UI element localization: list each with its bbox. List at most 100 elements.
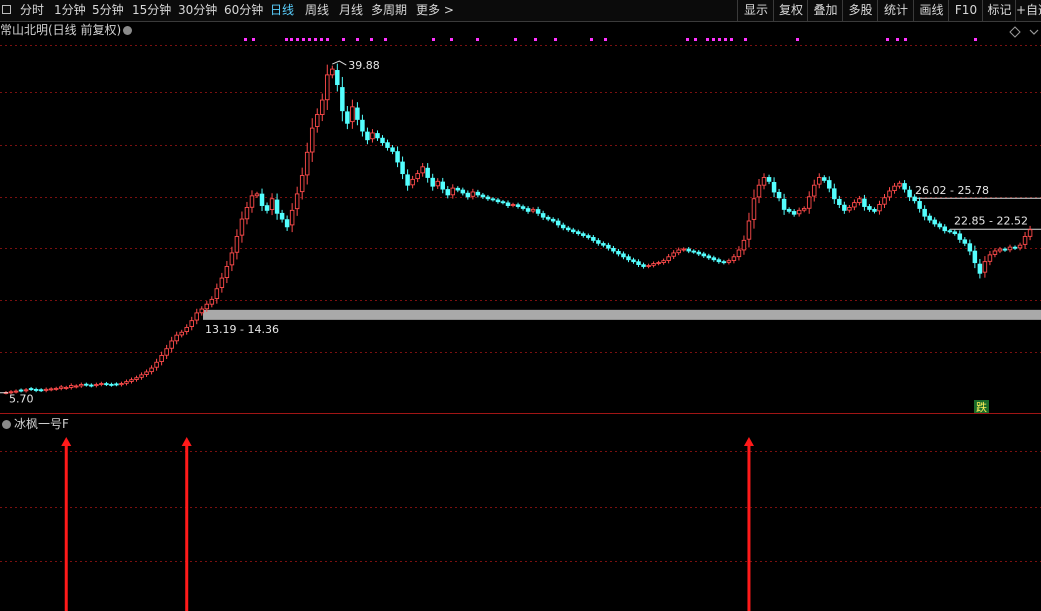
candle-body [586,235,591,238]
candle-body [771,182,777,193]
candle-body [776,191,782,199]
candle-body [18,389,24,392]
candle-body [38,389,44,392]
candle-body [129,379,134,382]
candle-body [987,254,993,262]
candle-body [721,261,727,264]
candle-body [199,308,205,314]
signal-dot [326,38,329,41]
candle-body [601,243,606,246]
candle-body [475,191,481,196]
candle-body [626,256,631,261]
candle-body [184,326,189,333]
signal-dot [694,38,697,41]
buy-arrow-head [743,437,754,446]
signal-dot [244,38,247,41]
candle-body [254,193,260,197]
candle-body [550,218,556,222]
candle-body [430,177,435,187]
candle-body [425,167,430,178]
candle-body [69,385,74,388]
candle-body [847,207,852,211]
candle-body [606,244,611,249]
kline-chart[interactable]: 39.88 5.70 26.02 - 25.78 22.85 - 22.52 13.19… [0,0,1041,611]
candle-body [992,250,998,255]
candle-body [796,209,802,215]
candle-body [289,209,295,226]
signal-dot [370,38,373,41]
candle-body [691,250,696,253]
candle-body [450,187,456,196]
candle-body [736,249,742,258]
signal-dot [432,38,435,41]
candle-body [345,111,350,124]
candle-body [435,180,440,187]
candle-body [1027,229,1033,237]
candle-body [646,265,651,267]
candle-body [671,252,676,257]
candle-body [711,257,717,261]
candle-body [119,383,124,386]
candle-body [581,233,586,236]
candle-body [395,151,400,163]
candle-body [1017,244,1023,249]
signal-dot [342,38,345,41]
candle-body [375,133,380,139]
candle-body [756,184,762,198]
signal-dot [534,38,537,41]
candle-body [239,218,245,236]
candle-body [350,106,355,123]
candle-body [751,198,757,220]
candle-body [164,348,169,356]
signal-dot [718,38,721,41]
signal-dot [302,38,305,41]
candle-body [872,208,877,212]
zone-label: 13.19 - 14.36 [205,323,279,336]
signal-dot [356,38,359,41]
candle-body [134,377,139,380]
candle-body [274,199,280,214]
indicator-arrows [61,437,754,611]
candle-body [63,386,69,389]
candles [3,63,1033,395]
candle-body [505,202,511,206]
candle-body [651,263,656,266]
candle-body [952,231,958,235]
candle-body [294,193,300,210]
candle-body [806,196,812,209]
candle-body [887,190,892,198]
candle-body [545,216,551,220]
candle-body [94,384,99,387]
candle-body [560,224,566,229]
price-zones [203,197,1041,320]
candle-body [279,212,285,220]
candle-body [314,114,320,127]
candle-body [781,198,787,210]
candle-body [189,320,194,327]
candle-body [927,215,932,221]
grid-lines [0,45,1041,562]
support-zone-bar [203,309,1041,320]
candle-body [104,383,109,386]
candle-body [837,198,842,206]
candle-body [997,248,1003,252]
candle-body [761,177,767,186]
candle-body [144,371,149,375]
price-labels: 39.88 5.70 26.02 - 25.78 22.85 - 22.52 13.19… [0,59,1028,414]
candle-body [726,260,732,263]
candle-body [415,173,420,180]
candle-body [89,384,94,387]
candle-body [977,263,983,274]
candle-body [360,119,365,132]
candle-body [244,207,250,220]
signal-dot [886,38,889,41]
candle-body [1012,246,1018,249]
signal-dot [604,38,607,41]
max-marker [332,60,347,66]
candle-body [666,256,671,261]
candle-body [611,247,616,252]
candle-body [616,250,621,255]
candle-body [816,177,822,185]
candle-body [84,383,89,386]
candle-body [495,199,501,203]
